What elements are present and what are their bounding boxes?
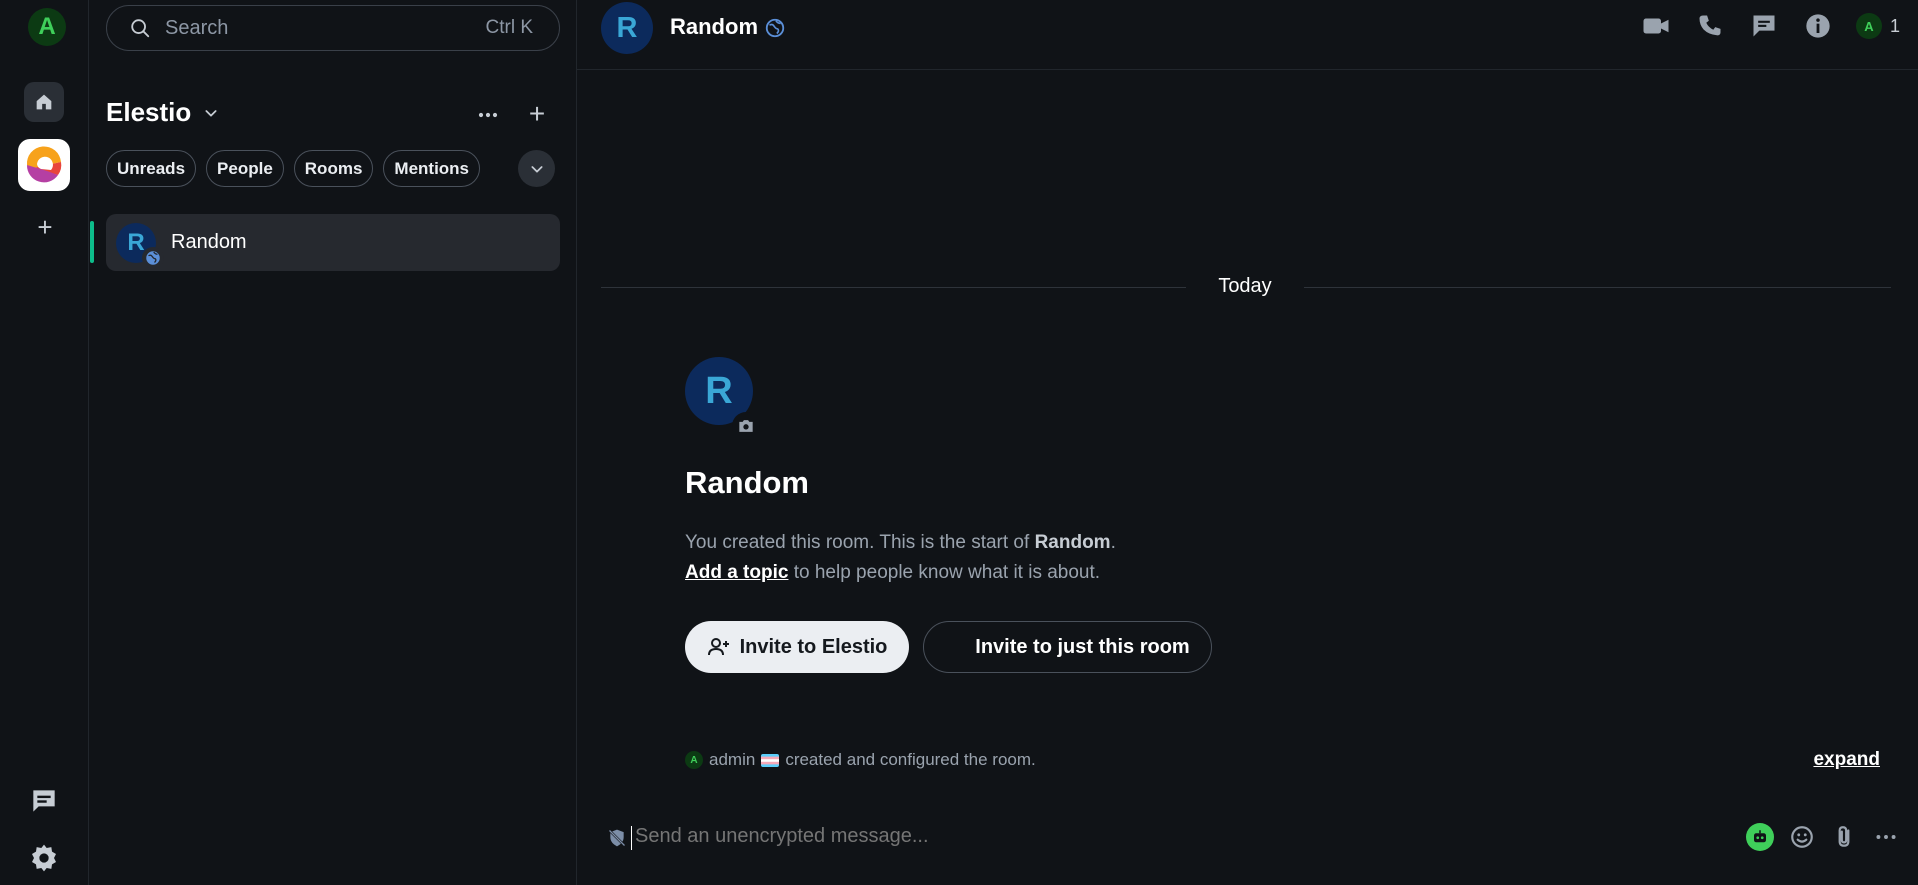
room-creation-summary: A admin created and configured the room.	[685, 750, 1036, 770]
app-window: A + Search Ctrl K Elestio + Unreads Peop…	[0, 0, 1918, 885]
event-sender-avatar: A	[685, 751, 703, 769]
bot-button[interactable]	[1746, 823, 1774, 851]
search-shortcut: Ctrl K	[485, 17, 534, 38]
threads-icon	[1753, 15, 1775, 37]
more-options-button[interactable]	[1872, 823, 1900, 851]
event-summary-text: created and configured the room.	[785, 750, 1036, 769]
emoji-button[interactable]	[1788, 823, 1816, 851]
home-button[interactable]	[24, 82, 64, 122]
add-topic-link[interactable]: Add a topic	[685, 562, 788, 583]
threads-icon	[33, 790, 55, 812]
room-members-button[interactable]: A 1	[1855, 13, 1900, 39]
intro-text: .	[1110, 532, 1116, 553]
bot-icon	[1754, 830, 1766, 843]
event-sender-name[interactable]: admin	[709, 750, 755, 770]
room-intro-title: Random	[685, 465, 809, 500]
intro-text: to help people know what it is about.	[788, 562, 1101, 583]
filter-rooms[interactable]: Rooms	[293, 150, 374, 187]
elestio-logo-icon	[23, 144, 65, 186]
invite-to-room-button[interactable]: Invite to just this room	[923, 621, 1212, 673]
gear-icon	[32, 844, 56, 872]
date-separator: Today	[601, 272, 1891, 302]
expand-summary-link[interactable]: expand	[1813, 749, 1880, 771]
space-elestio[interactable]	[18, 139, 70, 191]
room-filters: Unreads People Rooms Mentions	[106, 150, 481, 187]
attachment-button[interactable]	[1830, 823, 1858, 851]
filter-mentions[interactable]: Mentions	[383, 150, 481, 187]
video-call-button[interactable]	[1640, 10, 1672, 42]
intro-text: You created this room. This is the start…	[685, 532, 1035, 553]
user-avatar[interactable]: A	[28, 8, 66, 46]
filter-people[interactable]: People	[206, 150, 284, 187]
invite-to-space-label: Invite to Elestio	[739, 635, 888, 658]
date-separator-label: Today	[1218, 275, 1272, 297]
settings-button[interactable]	[28, 842, 60, 874]
globe-icon	[765, 18, 785, 38]
flag-icon	[761, 753, 780, 767]
attachment-icon	[1838, 826, 1850, 847]
add-user-icon	[707, 638, 729, 656]
room-header-avatar[interactable]: R	[601, 2, 653, 54]
room-header-title[interactable]: Random	[670, 14, 758, 40]
filter-unreads[interactable]: Unreads	[106, 150, 197, 187]
room-avatar: R	[116, 222, 164, 269]
member-avatar: A	[1855, 13, 1882, 39]
filters-expand-button[interactable]	[518, 150, 555, 187]
invite-to-space-button[interactable]: Invite to Elestio	[685, 621, 909, 673]
room-header: R Random A 1	[577, 0, 1918, 70]
add-room-button[interactable]: +	[523, 100, 551, 129]
more-options-icon	[1876, 835, 1896, 839]
unencrypted-shield-icon	[608, 829, 626, 847]
threads-button[interactable]	[28, 785, 60, 817]
public-room-badge	[142, 246, 164, 269]
message-composer	[577, 815, 1918, 860]
room-intro-line-2: Add a topic to help people know what it …	[685, 558, 1116, 588]
room-header-actions: A 1	[1640, 10, 1900, 42]
video-call-icon	[1643, 18, 1669, 34]
invite-to-room-label: Invite to just this room	[975, 635, 1190, 658]
room-info-icon	[1806, 14, 1830, 38]
more-horizontal-icon	[478, 112, 498, 118]
emoji-icon	[1791, 826, 1813, 848]
space-menu-button[interactable]: Elestio	[106, 97, 219, 128]
room-name: Random	[171, 231, 247, 253]
room-list-options-button[interactable]	[474, 101, 502, 129]
threads-panel-button[interactable]	[1748, 10, 1780, 42]
voice-call-icon	[1699, 15, 1721, 36]
search-icon	[131, 19, 150, 38]
chevron-down-icon	[205, 109, 217, 117]
upload-avatar-button[interactable]	[732, 412, 760, 440]
room-view: R Random A 1 Today R Random You created …	[577, 0, 1918, 885]
home-icon	[36, 94, 52, 110]
date-separator-line	[601, 287, 1186, 288]
camera-icon	[739, 420, 753, 432]
selected-room-indicator	[90, 221, 94, 263]
search-placeholder: Search	[165, 16, 229, 39]
composer-actions	[1746, 823, 1900, 851]
room-list-panel: Search Ctrl K Elestio + Unreads People R…	[89, 0, 577, 885]
message-input[interactable]	[635, 825, 1435, 848]
date-separator-line	[1304, 287, 1891, 288]
room-info-button[interactable]	[1802, 10, 1834, 42]
room-intro-line-1: You created this room. This is the start…	[685, 528, 1116, 558]
member-count: 1	[1889, 15, 1900, 36]
search-button[interactable]: Search Ctrl K	[106, 5, 560, 51]
space-name: Elestio	[106, 97, 192, 127]
voice-call-button[interactable]	[1694, 10, 1726, 42]
room-intro-description: You created this room. This is the start…	[685, 528, 1116, 588]
globe-icon	[146, 250, 160, 265]
space-bar: A +	[0, 0, 89, 885]
text-cursor	[631, 826, 632, 850]
create-space-button[interactable]: +	[31, 213, 59, 241]
room-list-item-random[interactable]: R Random	[106, 214, 560, 271]
chevron-down-icon	[530, 165, 543, 173]
intro-room-name: Random	[1034, 532, 1111, 553]
